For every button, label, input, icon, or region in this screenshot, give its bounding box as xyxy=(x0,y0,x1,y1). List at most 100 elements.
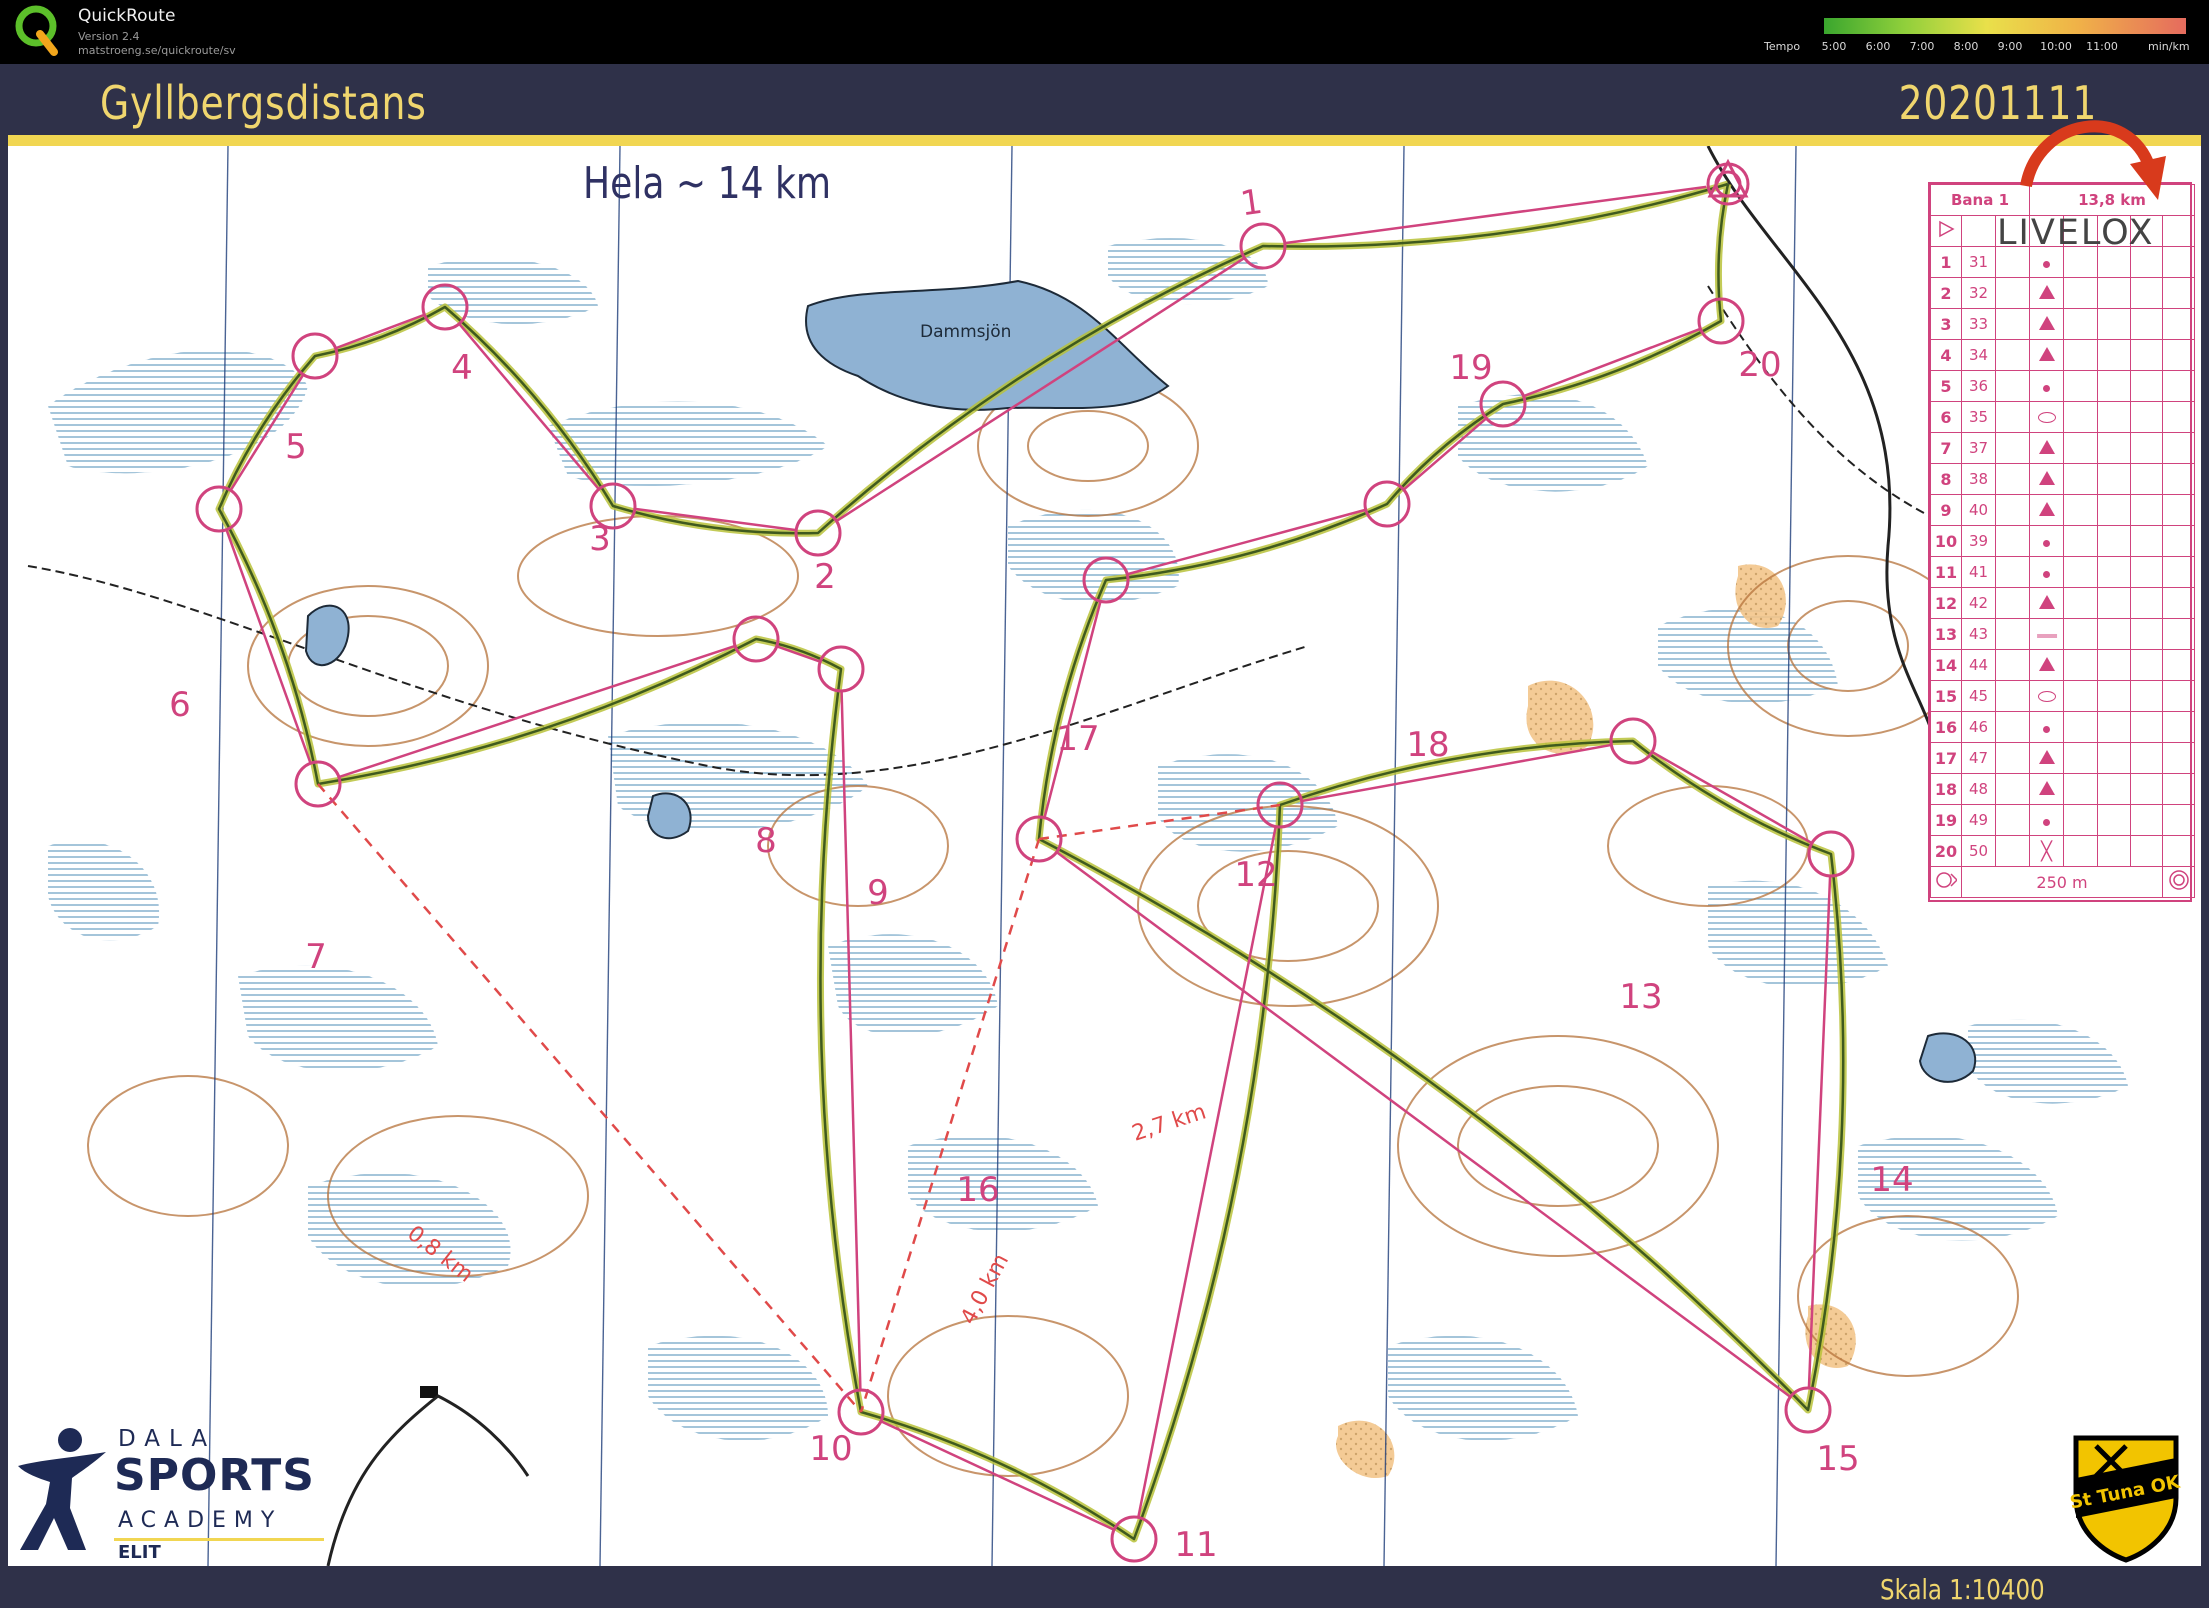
control-number: 13 xyxy=(1930,618,1962,650)
control-row: 5 36 xyxy=(1930,370,2196,402)
control-number-label: 14 xyxy=(1870,1160,1913,1200)
empty-cell xyxy=(2130,556,2163,588)
empty-cell xyxy=(2161,618,2196,650)
empty-cell xyxy=(1995,494,2030,526)
app-name: QuickRoute xyxy=(78,6,176,26)
control-feature-cell xyxy=(2029,370,2064,402)
empty-cell xyxy=(2161,556,2196,588)
empty-cell xyxy=(1995,618,2030,650)
control-code: 48 xyxy=(1961,773,1996,805)
control-number: 10 xyxy=(1930,525,1962,557)
empty-cell xyxy=(2063,494,2098,526)
control-number: 18 xyxy=(1930,773,1962,805)
empty-cell xyxy=(2063,370,2098,402)
empty-cell xyxy=(2063,308,2098,340)
control-number: 19 xyxy=(1930,804,1962,836)
control-feature-cell xyxy=(2029,742,2064,774)
control-row: 11 41 xyxy=(1930,556,2196,588)
control-code: 43 xyxy=(1961,618,1996,650)
app-url[interactable]: matstroeng.se/quickroute/sv xyxy=(78,44,236,57)
empty-cell xyxy=(2130,339,2163,371)
control-code: 32 xyxy=(1961,277,1996,309)
control-number-label: 11 xyxy=(1174,1525,1217,1565)
control-number-label: 5 xyxy=(285,427,307,467)
club-logo: St Tuna OK xyxy=(2068,1435,2183,1563)
control-number: 17 xyxy=(1930,742,1962,774)
control-code: 36 xyxy=(1961,370,1996,402)
control-row: 14 44 xyxy=(1930,649,2196,681)
control-description-sheet: Bana 1 13,8 km 1 31 2 32 3 33 4 34 5 36 6 35 7 37 8 38 9 40… xyxy=(1928,182,2196,902)
empty-cell xyxy=(1995,525,2030,557)
control-number-label: 12 xyxy=(1234,855,1277,895)
empty-cell xyxy=(2097,494,2131,526)
control-feature-cell xyxy=(2029,587,2064,619)
control-number-label: 13 xyxy=(1619,977,1662,1017)
control-feature-cell xyxy=(2029,556,2064,588)
control-code: 37 xyxy=(1961,432,1996,464)
empty-cell xyxy=(2130,432,2163,464)
control-code: 34 xyxy=(1961,339,1996,371)
empty-cell xyxy=(1995,742,2030,774)
lake xyxy=(1918,1032,1977,1083)
app-version: Version 2.4 xyxy=(78,30,140,43)
tempo-tick: 11:00 xyxy=(2086,40,2118,53)
control-number: 8 xyxy=(1930,463,1962,495)
control-feature-cell xyxy=(2029,680,2064,712)
dot-symbol-icon xyxy=(2043,384,2050,392)
course-name: Bana 1 xyxy=(1930,184,2030,216)
empty-cell xyxy=(2161,370,2196,402)
control-feature-cell xyxy=(2029,463,2064,495)
empty-cell xyxy=(1995,339,2030,371)
control-row: 17 47 xyxy=(1930,742,2196,774)
empty-cell xyxy=(1995,308,2030,340)
dot-symbol-icon xyxy=(2043,260,2050,268)
lake-label: Dammsjön xyxy=(920,322,1012,342)
empty-cell xyxy=(1995,370,2030,402)
control-number-label: 10 xyxy=(809,1429,852,1469)
empty-cell xyxy=(2063,401,2098,433)
empty-cell xyxy=(2130,494,2163,526)
tempo-gradient xyxy=(1824,18,2186,34)
empty-cell xyxy=(1995,401,2030,433)
empty-cell xyxy=(2161,587,2196,619)
control-feature-cell: ╳ xyxy=(2029,835,2064,867)
map-canvas[interactable]: 0,8 km2,7 km4,0 km1234567891011121314151… xyxy=(8,146,2201,1566)
empty-cell xyxy=(2161,742,2196,774)
control-feature-cell xyxy=(2029,401,2064,433)
empty-cell xyxy=(2063,680,2098,712)
control-feature-cell xyxy=(2029,773,2064,805)
empty-cell xyxy=(2063,556,2098,588)
building xyxy=(420,1386,438,1398)
control-feature-cell xyxy=(2029,339,2064,371)
control-number: 15 xyxy=(1930,680,1962,712)
tempo-tick: 7:00 xyxy=(1909,40,1935,53)
control-description-table: Bana 1 13,8 km 1 31 2 32 3 33 4 34 5 36 6 35 7 37 8 38 9 40… xyxy=(1930,184,2196,898)
orienteering-map[interactable]: 0,8 km 2,7 km 4,0 km 1 2 3 4 5 6 7 8 9 10 11 12 13 14 15 1… xyxy=(8,146,2201,1566)
triangle-symbol-icon xyxy=(2038,315,2055,330)
empty-cell xyxy=(2063,525,2098,557)
empty-cell xyxy=(2130,401,2163,433)
finish-distance: 250 m xyxy=(1961,866,2163,898)
map-title: Gyllbergsdistans xyxy=(100,76,427,130)
empty-cell xyxy=(2063,711,2098,743)
control-row: 18 48 xyxy=(1930,773,2196,805)
empty-cell xyxy=(1961,215,1996,247)
empty-cell xyxy=(2097,401,2131,433)
empty-cell xyxy=(2161,773,2196,805)
empty-cell xyxy=(2130,525,2163,557)
empty-cell xyxy=(2161,525,2196,557)
empty-cell xyxy=(2097,277,2131,309)
empty-cell xyxy=(2097,618,2131,650)
empty-cell xyxy=(1995,680,2030,712)
empty-cell xyxy=(2130,308,2163,340)
control-number: 16 xyxy=(1930,711,1962,743)
livelox-arrow-icon xyxy=(2020,120,2166,200)
control-row: 3 33 xyxy=(1930,308,2196,340)
cross-symbol-icon: ╳ xyxy=(2041,840,2052,862)
control-number-label: 7 xyxy=(305,937,327,977)
control-feature-cell xyxy=(2029,432,2064,464)
control-row: 7 37 xyxy=(1930,432,2196,464)
start-icon xyxy=(1930,215,1962,247)
control-code: 46 xyxy=(1961,711,1996,743)
triangle-symbol-icon xyxy=(2038,439,2055,454)
